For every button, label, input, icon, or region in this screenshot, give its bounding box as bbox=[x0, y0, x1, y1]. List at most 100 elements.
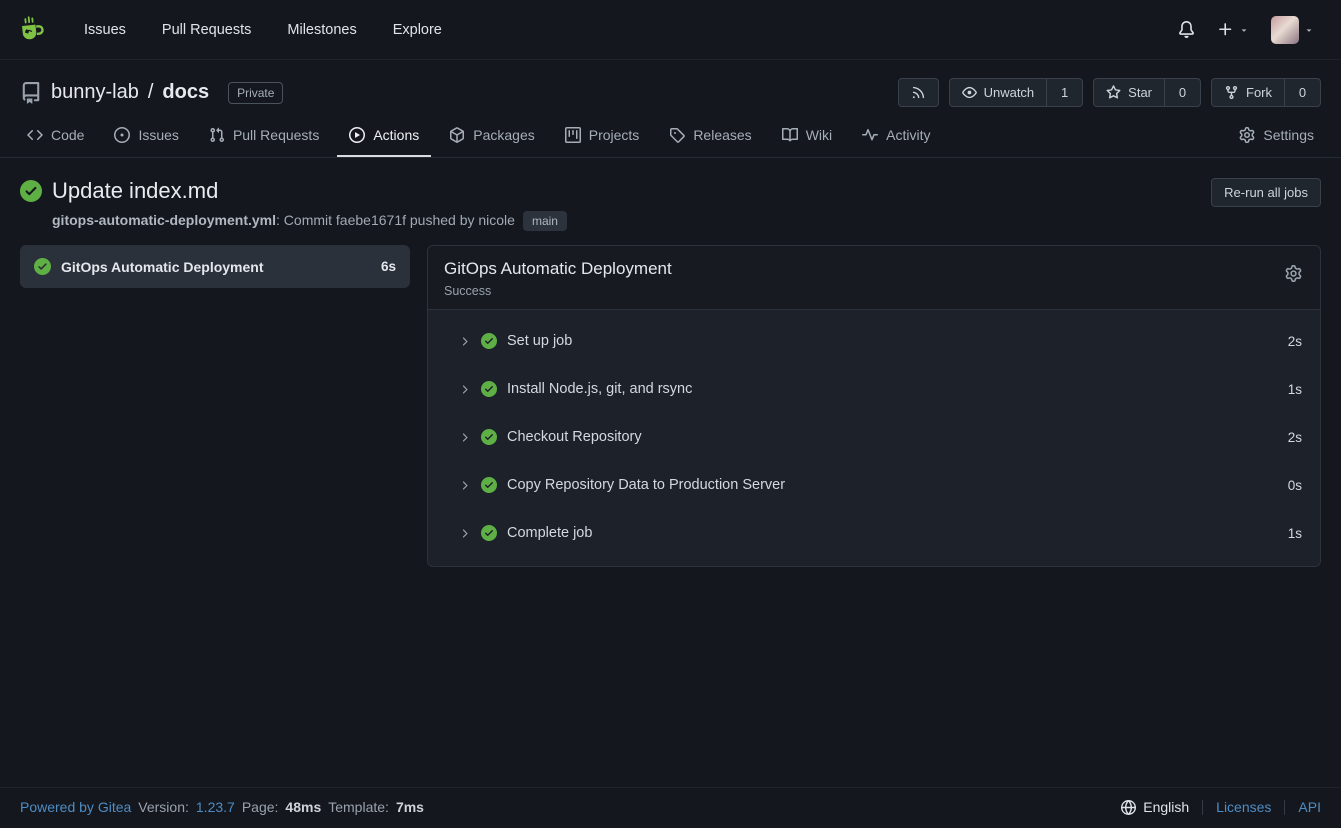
star-button[interactable]: Star bbox=[1093, 78, 1165, 107]
step-name: Copy Repository Data to Production Serve… bbox=[507, 477, 1278, 493]
repo-icon bbox=[20, 82, 42, 104]
step-duration: 2s bbox=[1288, 334, 1302, 349]
rerun-all-jobs-button[interactable]: Re-run all jobs bbox=[1211, 178, 1321, 207]
gitea-logo-icon[interactable] bbox=[16, 14, 48, 46]
pulse-icon bbox=[862, 127, 878, 143]
star-icon bbox=[1106, 85, 1121, 100]
forks-count-button[interactable]: 0 bbox=[1285, 78, 1321, 107]
page-time-value: 48ms bbox=[285, 799, 321, 815]
bell-icon bbox=[1178, 21, 1195, 38]
tab-settings[interactable]: Settings bbox=[1227, 115, 1326, 157]
branch-badge[interactable]: main bbox=[523, 211, 567, 231]
user-menu-button[interactable] bbox=[1260, 8, 1325, 52]
tab-actions[interactable]: Actions bbox=[337, 115, 431, 157]
unwatch-label: Unwatch bbox=[984, 85, 1035, 100]
fork-button-group: Fork 0 bbox=[1211, 78, 1321, 107]
repo-action-buttons: Unwatch 1 Star 0 Fork 0 bbox=[898, 78, 1321, 107]
step-name: Checkout Repository bbox=[507, 429, 1278, 445]
step-row-complete-job[interactable]: Complete job 1s bbox=[428, 509, 1320, 557]
step-row-install-node[interactable]: Install Node.js, git, and rsync 1s bbox=[428, 365, 1320, 413]
step-name: Install Node.js, git, and rsync bbox=[507, 381, 1278, 397]
tab-activity[interactable]: Activity bbox=[850, 115, 942, 157]
step-duration: 1s bbox=[1288, 382, 1302, 397]
api-link[interactable]: API bbox=[1285, 799, 1321, 815]
step-name: Set up job bbox=[507, 333, 1278, 349]
tab-code[interactable]: Code bbox=[15, 115, 96, 157]
job-log-panel: GitOps Automatic Deployment Success Set … bbox=[427, 245, 1321, 567]
job-log-settings-button[interactable] bbox=[1283, 259, 1304, 288]
project-icon bbox=[565, 127, 581, 143]
plus-icon bbox=[1217, 21, 1234, 38]
success-check-circle-icon bbox=[481, 333, 497, 349]
tab-packages[interactable]: Packages bbox=[437, 115, 546, 157]
watch-button-group: Unwatch 1 bbox=[949, 78, 1084, 107]
unwatch-button[interactable]: Unwatch bbox=[949, 78, 1048, 107]
rss-feed-button[interactable] bbox=[898, 78, 939, 107]
chevron-down-icon bbox=[1239, 25, 1249, 35]
chevron-right-icon bbox=[458, 431, 471, 444]
success-check-circle-icon bbox=[34, 258, 51, 275]
git-pull-request-icon bbox=[209, 127, 225, 143]
job-panel-title: GitOps Automatic Deployment bbox=[444, 259, 672, 279]
notifications-button[interactable] bbox=[1167, 13, 1206, 46]
tab-pull-requests-label: Pull Requests bbox=[233, 127, 319, 143]
nav-item-explore[interactable]: Explore bbox=[375, 12, 460, 48]
workflow-run-header: Update index.md gitops-automatic-deploym… bbox=[0, 158, 1341, 231]
fork-button[interactable]: Fork bbox=[1211, 78, 1285, 107]
step-row-setup-job[interactable]: Set up job 2s bbox=[428, 317, 1320, 365]
job-panel-title-block: GitOps Automatic Deployment Success bbox=[444, 259, 672, 298]
tab-projects-label: Projects bbox=[589, 127, 640, 143]
language-selector[interactable]: English bbox=[1121, 799, 1202, 815]
licenses-link[interactable]: Licenses bbox=[1203, 799, 1284, 815]
success-check-circle-icon bbox=[481, 525, 497, 541]
chevron-right-icon bbox=[458, 527, 471, 540]
avatar bbox=[1271, 16, 1299, 44]
tab-code-label: Code bbox=[51, 127, 84, 143]
book-icon bbox=[782, 127, 798, 143]
watchers-count-button[interactable]: 1 bbox=[1047, 78, 1083, 107]
tab-issues[interactable]: Issues bbox=[102, 115, 190, 157]
jobs-sidebar: GitOps Automatic Deployment 6s bbox=[20, 245, 410, 288]
git-fork-icon bbox=[1224, 85, 1239, 100]
run-subtitle: gitops-automatic-deployment.yml: Commit … bbox=[52, 211, 567, 231]
step-duration: 0s bbox=[1288, 478, 1302, 493]
star-button-group: Star 0 bbox=[1093, 78, 1201, 107]
tab-wiki[interactable]: Wiki bbox=[770, 115, 844, 157]
top-navbar: Issues Pull Requests Milestones Explore bbox=[0, 0, 1341, 60]
step-duration: 2s bbox=[1288, 430, 1302, 445]
tab-pull-requests[interactable]: Pull Requests bbox=[197, 115, 331, 157]
workflow-file-link[interactable]: gitops-automatic-deployment.yml bbox=[52, 212, 276, 228]
tab-wiki-label: Wiki bbox=[806, 127, 832, 143]
tab-settings-label: Settings bbox=[1263, 127, 1314, 143]
nav-item-milestones[interactable]: Milestones bbox=[269, 12, 374, 48]
success-check-circle-icon bbox=[481, 429, 497, 445]
stars-count-button[interactable]: 0 bbox=[1165, 78, 1201, 107]
job-duration: 6s bbox=[381, 259, 396, 274]
tab-packages-label: Packages bbox=[473, 127, 534, 143]
nav-item-pull-requests[interactable]: Pull Requests bbox=[144, 12, 269, 48]
job-name: GitOps Automatic Deployment bbox=[61, 259, 371, 275]
create-new-button[interactable] bbox=[1206, 13, 1260, 46]
repo-owner-link[interactable]: bunny-lab bbox=[51, 81, 139, 104]
globe-icon bbox=[1121, 800, 1136, 815]
repo-header: bunny-lab / docs Private Unwatch 1 Star … bbox=[0, 60, 1341, 111]
chevron-right-icon bbox=[458, 335, 471, 348]
chevron-right-icon bbox=[458, 479, 471, 492]
version-value-link[interactable]: 1.23.7 bbox=[196, 799, 235, 815]
step-row-copy-repository-data[interactable]: Copy Repository Data to Production Serve… bbox=[428, 461, 1320, 509]
template-time-label: Template: bbox=[328, 799, 389, 815]
job-list-item-selected[interactable]: GitOps Automatic Deployment 6s bbox=[20, 245, 410, 288]
repo-name-link[interactable]: docs bbox=[162, 81, 209, 104]
repo-title: bunny-lab / docs Private bbox=[20, 81, 283, 104]
tab-projects[interactable]: Projects bbox=[553, 115, 652, 157]
run-title: Update index.md bbox=[52, 178, 218, 204]
job-steps-list: Set up job 2s Install Node.js, git, and … bbox=[428, 310, 1320, 566]
gear-icon bbox=[1285, 265, 1302, 282]
tab-activity-label: Activity bbox=[886, 127, 930, 143]
tab-releases-label: Releases bbox=[693, 127, 751, 143]
nav-item-issues[interactable]: Issues bbox=[66, 12, 144, 48]
success-check-circle-icon bbox=[481, 381, 497, 397]
step-row-checkout-repository[interactable]: Checkout Repository 2s bbox=[428, 413, 1320, 461]
tab-releases[interactable]: Releases bbox=[657, 115, 763, 157]
powered-by-gitea-link[interactable]: Powered by Gitea bbox=[20, 799, 131, 815]
